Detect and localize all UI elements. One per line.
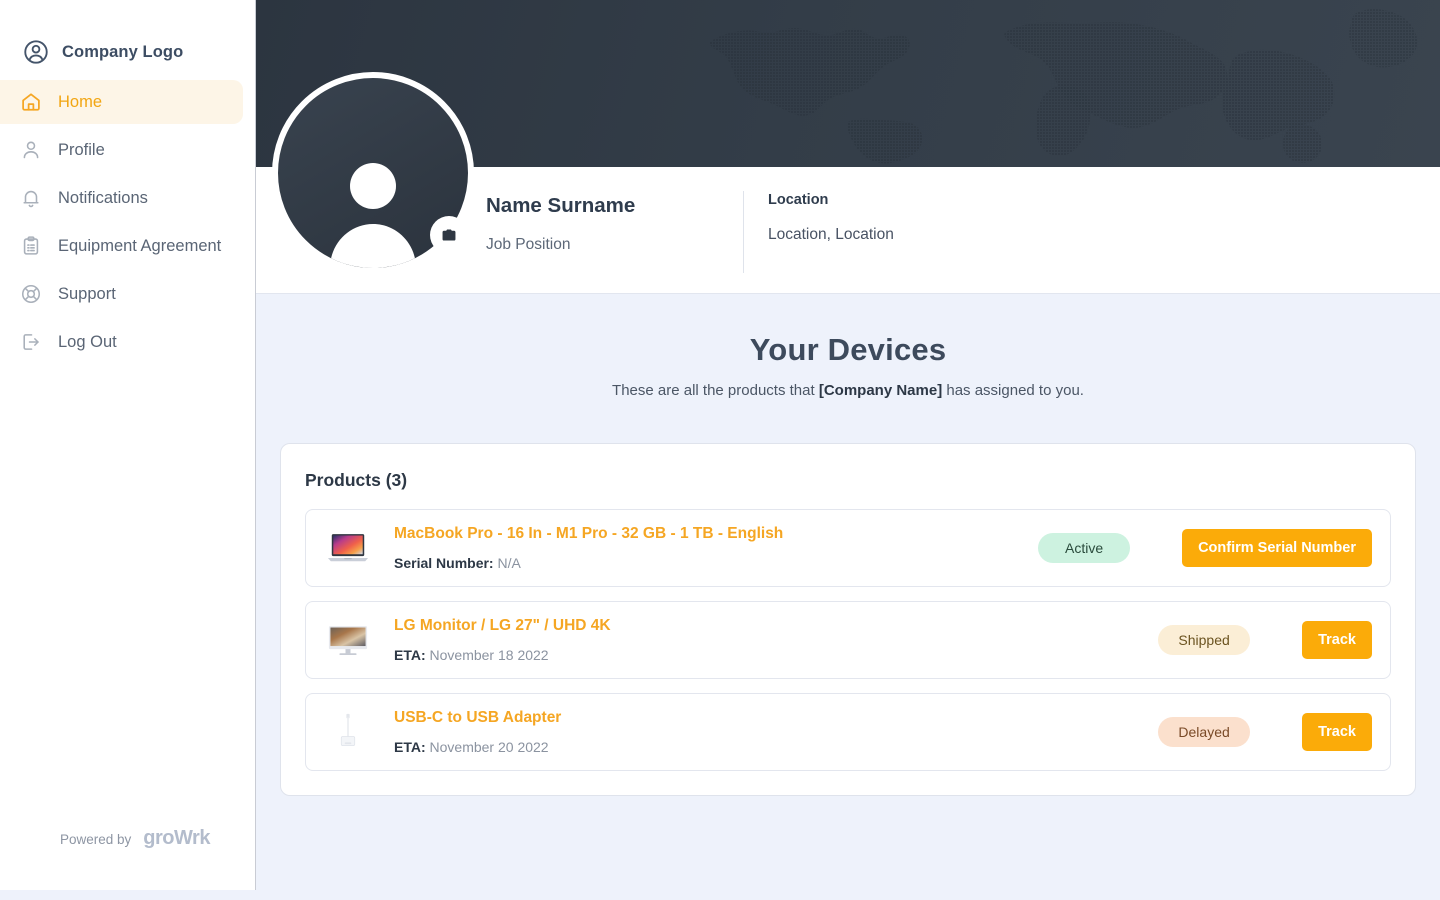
products-panel-title: Products (3) bbox=[305, 470, 1391, 491]
sidebar-item-label: Equipment Agreement bbox=[58, 238, 221, 255]
table-row[interactable]: MacBook Pro - 16 In - M1 Pro - 32 GB - 1… bbox=[305, 509, 1391, 587]
clipboard-icon bbox=[20, 235, 42, 257]
camera-button[interactable] bbox=[430, 216, 468, 254]
product-meta: LG Monitor / LG 27" / UHD 4K ETA: Novemb… bbox=[394, 617, 1158, 663]
logout-icon bbox=[20, 331, 42, 353]
main-area: Name Surname Job Position Location Locat… bbox=[256, 0, 1440, 900]
product-meta-label: ETA: bbox=[394, 739, 426, 755]
location-label: Location bbox=[768, 192, 894, 208]
subtitle-before: These are all the products that bbox=[612, 382, 819, 399]
product-meta-label: Serial Number: bbox=[394, 555, 494, 571]
product-name[interactable]: MacBook Pro - 16 In - M1 Pro - 32 GB - 1… bbox=[394, 525, 1038, 544]
products-panel: Products (3) bbox=[280, 443, 1416, 796]
product-subinfo: ETA: November 18 2022 bbox=[394, 647, 1158, 663]
sidebar-item-label: Log Out bbox=[58, 334, 117, 351]
sidebar-item-log-out[interactable]: Log Out bbox=[0, 320, 243, 364]
sidebar-item-label: Profile bbox=[58, 142, 105, 159]
sidebar-item-home[interactable]: Home bbox=[0, 80, 243, 124]
subtitle-company: [Company Name] bbox=[819, 382, 942, 399]
home-icon bbox=[20, 91, 42, 113]
product-subinfo: ETA: November 20 2022 bbox=[394, 739, 1158, 755]
app-root: Company Logo Home bbox=[0, 0, 1440, 900]
status-badge: Active bbox=[1038, 533, 1130, 563]
world-map-decoration bbox=[680, 0, 1440, 167]
product-meta-value: November 20 2022 bbox=[430, 739, 549, 755]
sidebar-item-equipment-agreement[interactable]: Equipment Agreement bbox=[0, 224, 243, 268]
user-icon bbox=[20, 139, 42, 161]
subtitle-after: has assigned to you. bbox=[942, 382, 1084, 399]
profile-job-position: Job Position bbox=[486, 236, 718, 254]
sidebar-item-label: Notifications bbox=[58, 190, 148, 207]
table-row[interactable]: LG Monitor / LG 27" / UHD 4K ETA: Novemb… bbox=[305, 601, 1391, 679]
profile-identity: Name Surname Job Position bbox=[486, 193, 718, 254]
page-bottom-strip bbox=[0, 890, 1440, 900]
product-name[interactable]: LG Monitor / LG 27" / UHD 4K bbox=[394, 617, 1158, 636]
growrk-logo: groWrk bbox=[143, 827, 210, 850]
product-name[interactable]: USB-C to USB Adapter bbox=[394, 709, 1158, 728]
camera-icon bbox=[440, 226, 458, 244]
status-badge: Shipped bbox=[1158, 625, 1250, 655]
confirm-serial-number-button[interactable]: Confirm Serial Number bbox=[1182, 529, 1372, 567]
macbook-pro-thumb bbox=[326, 526, 370, 570]
devices-content: Your Devices These are all the products … bbox=[256, 332, 1440, 796]
sidebar-item-profile[interactable]: Profile bbox=[0, 128, 243, 172]
lg-monitor-thumb bbox=[326, 618, 370, 662]
powered-by: Powered by groWrk bbox=[60, 827, 210, 850]
page-title: Your Devices bbox=[256, 332, 1440, 368]
brand-label: Company Logo bbox=[62, 43, 183, 62]
profile-bar: Name Surname Job Position Location Locat… bbox=[256, 167, 1440, 294]
powered-by-label: Powered by bbox=[60, 832, 131, 847]
status-badge: Delayed bbox=[1158, 717, 1250, 747]
product-subinfo: Serial Number: N/A bbox=[394, 555, 1038, 571]
track-button[interactable]: Track bbox=[1302, 713, 1372, 751]
person-avatar-icon bbox=[320, 156, 426, 268]
usb-adapter-thumb bbox=[326, 710, 370, 754]
sidebar-item-label: Home bbox=[58, 94, 102, 111]
track-button[interactable]: Track bbox=[1302, 621, 1372, 659]
table-row[interactable]: USB-C to USB Adapter ETA: November 20 20… bbox=[305, 693, 1391, 771]
location-value: Location, Location bbox=[768, 226, 894, 244]
product-meta-label: ETA: bbox=[394, 647, 426, 663]
user-circle-icon bbox=[22, 38, 50, 66]
sidebar-item-notifications[interactable]: Notifications bbox=[0, 176, 243, 220]
product-meta: USB-C to USB Adapter ETA: November 20 20… bbox=[394, 709, 1158, 755]
profile-name: Name Surname bbox=[486, 193, 718, 219]
profile-divider bbox=[743, 191, 744, 273]
product-meta-value: N/A bbox=[497, 555, 520, 571]
avatar-wrapper bbox=[272, 72, 474, 274]
sidebar-item-support[interactable]: Support bbox=[0, 272, 243, 316]
sidebar-nav: Home Profile bbox=[0, 80, 255, 364]
product-meta: MacBook Pro - 16 In - M1 Pro - 32 GB - 1… bbox=[394, 525, 1038, 571]
profile-location: Location Location, Location bbox=[768, 192, 894, 244]
bell-icon bbox=[20, 187, 42, 209]
lifebuoy-icon bbox=[20, 283, 42, 305]
sidebar-item-label: Support bbox=[58, 286, 116, 303]
product-meta-value: November 18 2022 bbox=[430, 647, 549, 663]
brand[interactable]: Company Logo bbox=[0, 0, 255, 78]
page-subtitle: These are all the products that [Company… bbox=[256, 382, 1440, 399]
sidebar: Company Logo Home bbox=[0, 0, 256, 890]
